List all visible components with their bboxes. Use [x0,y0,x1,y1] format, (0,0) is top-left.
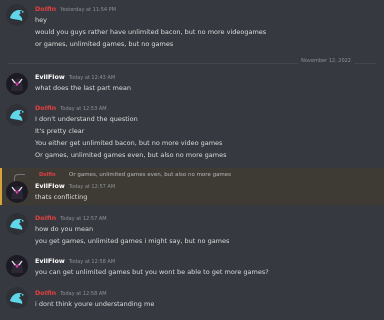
timestamp: Today at 12:58 AM [60,291,107,297]
reply-author[interactable]: Dolfin [39,172,56,178]
message-text: what does the last part mean [35,84,131,92]
author-name[interactable]: Dolfin Yesterday at 11:54 PM [35,5,116,13]
timestamp: Today at 12:58 AM [68,259,116,265]
evilflow-avatar[interactable] [6,255,28,277]
author-label[interactable]: Dolfin [35,5,56,13]
dolfin-avatar[interactable] [6,287,28,309]
author-label[interactable]: Dolfin [35,289,56,297]
message-text: I don't understand the question [35,115,138,123]
message-text: thats conflicting [35,193,88,201]
timestamp: Today at 12:57 AM [68,184,116,190]
date-divider-label: November 12, 2022 [298,58,354,64]
author-label[interactable]: EvilFlow [35,257,65,265]
timestamp: Yesterday at 11:54 PM [60,7,116,13]
dolfin-avatar[interactable] [6,4,28,26]
evilflow-avatar[interactable] [6,181,28,203]
dolfin-avatar[interactable] [6,104,28,126]
message-text: you can get unlimited games but you wont… [35,268,269,276]
author-name[interactable]: Dolfin Today at 12:57 AM [35,214,107,222]
author-name[interactable]: EvilFlow Today at 12:57 AM [35,182,115,190]
author-name[interactable]: Dolfin Today at 12:58 AM [35,289,107,297]
message-text: hey [35,16,47,24]
reply-connector [14,174,25,181]
author-name[interactable]: EvilFlow Today at 12:43 AM [35,73,115,81]
timestamp: Today at 12:43 AM [68,75,116,81]
message-text: how do you mean [35,225,94,233]
message-text: or games, unlimited games, but no games [35,40,174,48]
evilflow-avatar[interactable] [6,73,28,95]
author-label[interactable]: EvilFlow [35,73,65,81]
message-text: Or games, unlimited games even, but also… [35,151,227,159]
author-label[interactable]: Dolfin [35,214,56,222]
author-label[interactable]: EvilFlow [35,182,65,190]
timestamp: Today at 12:57 AM [60,216,107,222]
dolfin-avatar[interactable] [6,213,28,235]
timestamp: Today at 12:53 AM [60,106,107,112]
author-label[interactable]: Dolfin [35,104,56,112]
author-name[interactable]: EvilFlow Today at 12:58 AM [35,257,115,265]
reply-avatar[interactable] [28,171,36,179]
message-text: It's pretty clear [35,127,85,135]
message-text: you get games, unlimited games i might s… [35,237,230,245]
reply-preview[interactable]: Or games, unlimited games even, but also… [69,172,231,178]
message-text: You either get unlimited bacon, but no m… [35,139,223,147]
message-text: i dont think youre understanding me [35,300,155,308]
message-text: would you guys rather have unlimited bac… [35,28,267,36]
author-name[interactable]: Dolfin Today at 12:53 AM [35,104,107,112]
